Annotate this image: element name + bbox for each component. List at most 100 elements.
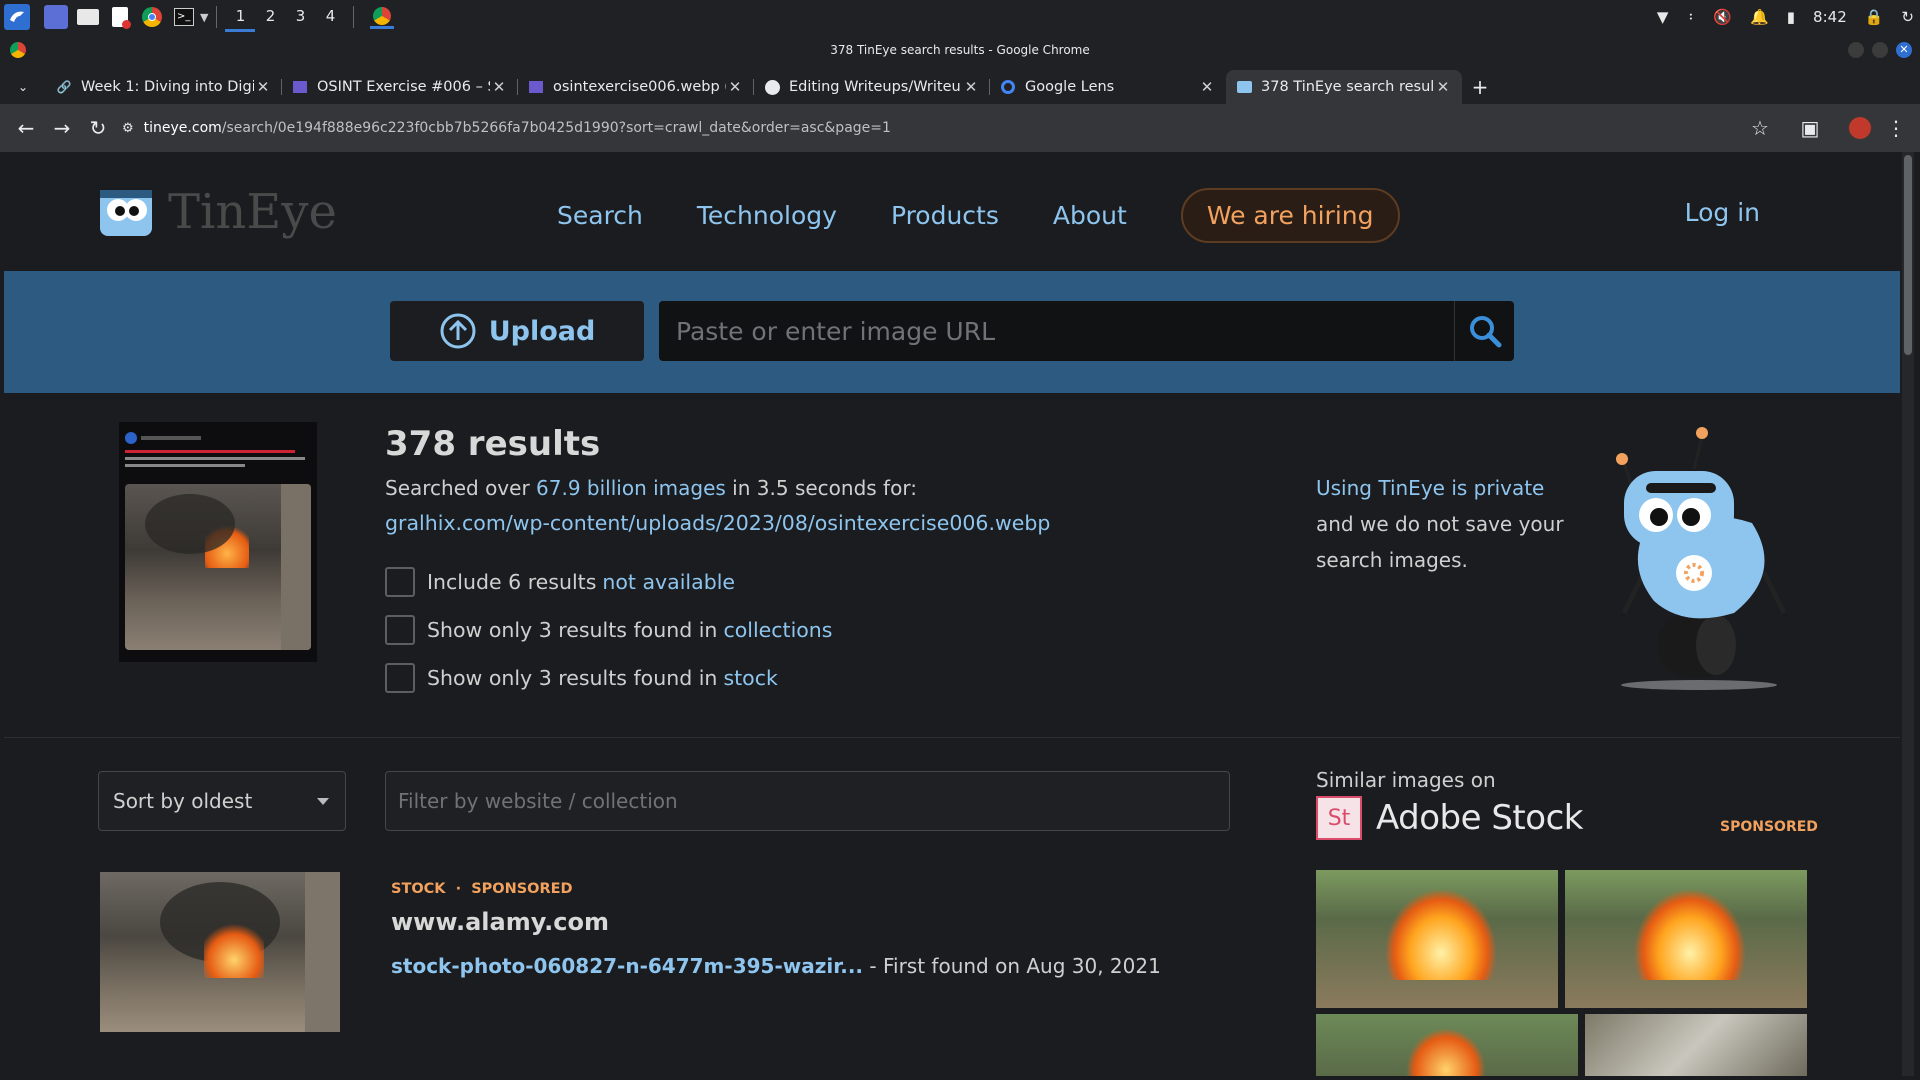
searched-suffix: in 3.5 seconds for: — [725, 476, 917, 500]
tab-search-chevron-icon[interactable]: ⌄ — [0, 70, 46, 104]
lens-icon — [1000, 79, 1016, 95]
text-editor-icon[interactable] — [108, 5, 132, 29]
workspace-3[interactable]: 3 — [285, 2, 315, 32]
option-not-available[interactable]: Include 6 results not available — [385, 567, 735, 597]
new-tab-button[interactable]: + — [1462, 70, 1498, 104]
option-link[interactable]: stock — [723, 666, 777, 690]
workspace-2[interactable]: 2 — [255, 2, 285, 32]
desktop-icon[interactable] — [44, 5, 68, 29]
workspace-4[interactable]: 4 — [315, 2, 345, 32]
tab-label: Google Lens — [1025, 79, 1115, 95]
workspace-1[interactable]: 1 — [225, 2, 256, 32]
stock-image-4[interactable] — [1585, 1014, 1807, 1076]
chrome-launcher-icon[interactable] — [140, 5, 164, 29]
option-link[interactable]: collections — [723, 618, 832, 642]
query-url-link[interactable]: gralhix.com/wp-content/uploads/2023/08/o… — [385, 511, 1050, 535]
login-link[interactable]: Log in — [1685, 198, 1760, 227]
close-tab-icon[interactable]: ✕ — [962, 78, 980, 96]
chevron-down-icon[interactable]: ▼ — [200, 11, 208, 24]
option-stock[interactable]: Show only 3 results found in stock — [385, 663, 778, 693]
result-image-link[interactable]: stock-photo-060827-n-6477m-395-wazir... — [391, 954, 863, 978]
profile-avatar[interactable] — [1842, 110, 1878, 146]
network-icon[interactable]: ▼ — [1657, 8, 1669, 26]
sponsored-tag: SPONSORED — [471, 881, 573, 897]
clock[interactable]: 8:42 — [1813, 8, 1847, 26]
reload-button[interactable]: ↻ — [80, 110, 116, 146]
close-window-button[interactable]: ✕ — [1896, 42, 1912, 58]
maximize-button[interactable] — [1872, 42, 1888, 58]
option-label: Include 6 results — [427, 570, 597, 594]
battery-icon[interactable]: ▮ — [1787, 8, 1795, 26]
nav-search[interactable]: Search — [557, 201, 643, 230]
power-icon[interactable]: ↻ — [1901, 8, 1914, 26]
tab-webp[interactable]: osintexercise006.webp ( ✕ — [518, 70, 754, 104]
filter-field[interactable] — [385, 771, 1230, 831]
app-menu-icon[interactable] — [4, 4, 30, 30]
tineye-logo-icon — [100, 190, 152, 236]
stock-image-2[interactable] — [1565, 870, 1807, 1008]
nav-products[interactable]: Products — [891, 201, 999, 230]
back-button[interactable]: ← — [8, 110, 44, 146]
stock-image-1[interactable] — [1316, 870, 1558, 1008]
bookmark-star-icon[interactable]: ☆ — [1742, 110, 1778, 146]
url-host: tineye.com — [143, 120, 222, 136]
tab-google-lens[interactable]: Google Lens ✕ — [990, 70, 1226, 104]
nav-about[interactable]: About — [1053, 201, 1127, 230]
terminal-icon[interactable]: >_ — [172, 5, 196, 29]
privacy-note: Using TinEye is private and we do not sa… — [1316, 470, 1564, 578]
close-tab-icon[interactable]: ✕ — [1198, 78, 1216, 96]
close-tab-icon[interactable]: ✕ — [726, 78, 744, 96]
checkbox[interactable] — [385, 567, 415, 597]
address-bar[interactable]: ⚙ tineye.com/search/0e194f888e96c223f0cb… — [122, 111, 1742, 145]
forward-button[interactable]: → — [44, 110, 80, 146]
option-collections[interactable]: Show only 3 results found in collections — [385, 615, 832, 645]
search-button[interactable] — [1454, 301, 1514, 361]
lock-icon[interactable]: 🔒 — [1865, 8, 1884, 26]
option-label: Show only 3 results found in — [427, 666, 718, 690]
stock-image-3[interactable] — [1316, 1014, 1578, 1076]
tab-week1[interactable]: 🔗 Week 1: Diving into Digita ✕ — [46, 70, 282, 104]
chrome-menu-icon[interactable]: ⋮ — [1878, 110, 1914, 146]
result-site[interactable]: www.alamy.com — [391, 908, 609, 936]
notification-icon[interactable]: 🔔 — [1750, 8, 1769, 26]
image-url-input[interactable] — [660, 302, 1458, 360]
billion-images-link[interactable]: 67.9 billion images — [536, 476, 726, 500]
option-link[interactable]: not available — [602, 570, 735, 594]
adobe-stock-logo[interactable]: St Adobe Stock — [1316, 796, 1583, 840]
close-tab-icon[interactable]: ✕ — [254, 78, 272, 96]
filter-input[interactable] — [386, 772, 1229, 830]
checkbox[interactable] — [385, 663, 415, 693]
image-url-field[interactable] — [659, 301, 1459, 361]
bluetooth-icon[interactable]: ᛬ — [1686, 8, 1695, 26]
tab-tineye-results[interactable]: 378 TinEye search results ✕ — [1226, 70, 1462, 104]
extensions-icon[interactable]: ▣ — [1792, 110, 1828, 146]
link-icon: 🔗 — [56, 80, 72, 94]
minimize-button[interactable] — [1848, 42, 1864, 58]
site-info-icon[interactable]: ⚙ — [122, 121, 134, 136]
tab-github-writeups[interactable]: Editing Writeups/Writeup ✕ — [754, 70, 990, 104]
upload-button[interactable]: Upload — [390, 301, 644, 361]
tab-label: 378 TinEye search results — [1261, 79, 1434, 95]
file-manager-icon[interactable] — [76, 5, 100, 29]
tab-label: OSINT Exercise #006 – S — [317, 79, 490, 95]
tab-label: Editing Writeups/Writeup — [789, 79, 962, 95]
sort-dropdown[interactable]: Sort by oldest — [98, 771, 346, 831]
nav-technology[interactable]: Technology — [697, 201, 837, 230]
result-thumbnail[interactable] — [100, 872, 340, 1032]
scrollbar-thumb[interactable] — [1904, 155, 1912, 355]
option-label: Show only 3 results found in — [427, 618, 718, 642]
stock-tag: STOCK — [391, 881, 446, 897]
tab-osint-exercise[interactable]: OSINT Exercise #006 – S ✕ — [282, 70, 518, 104]
chrome-window-icon[interactable] — [370, 5, 395, 29]
site-icon — [292, 79, 308, 95]
tineye-logo[interactable]: TinEye — [98, 184, 337, 240]
searched-over-text: Searched over 67.9 billion images in 3.5… — [385, 476, 917, 500]
checkbox[interactable] — [385, 615, 415, 645]
close-tab-icon[interactable]: ✕ — [490, 78, 508, 96]
volume-muted-icon[interactable]: 🔇 — [1713, 8, 1732, 26]
privacy-link[interactable]: Using TinEye is private — [1316, 470, 1564, 506]
hiring-button[interactable]: We are hiring — [1180, 188, 1400, 243]
close-tab-icon[interactable]: ✕ — [1434, 78, 1452, 96]
window-titlebar: 378 TinEye search results - Google Chrom… — [0, 34, 1920, 66]
query-image-thumbnail[interactable] — [119, 422, 317, 662]
